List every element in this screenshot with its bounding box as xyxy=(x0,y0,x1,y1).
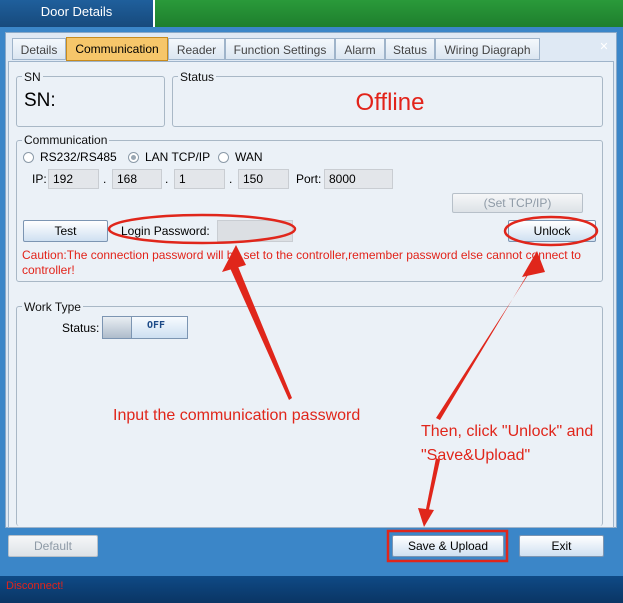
unlock-highlight-ellipse xyxy=(503,215,599,247)
arrow-head-save xyxy=(418,508,434,527)
annotation-overlay xyxy=(107,213,599,563)
arrow-to-password xyxy=(230,254,292,400)
save-upload-highlight-rect xyxy=(386,529,509,563)
arrow-head-password xyxy=(222,245,246,272)
arrow-to-unlock xyxy=(436,262,534,420)
arrow-head-unlock xyxy=(522,251,545,277)
arrow-to-save xyxy=(425,458,440,514)
password-highlight-ellipse xyxy=(107,213,297,245)
